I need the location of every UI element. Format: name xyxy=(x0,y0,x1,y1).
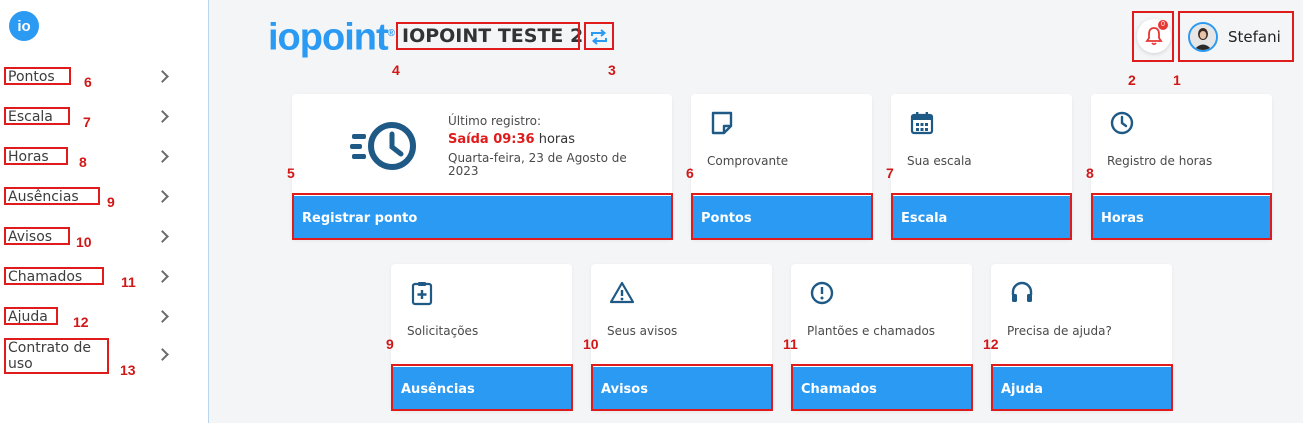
annotation-box xyxy=(691,193,873,240)
note-icon xyxy=(711,111,733,135)
clipboard-plus-icon xyxy=(411,282,433,306)
last-record-time: Saída 09:36 xyxy=(448,132,535,147)
chevron-right-icon xyxy=(156,190,169,203)
annotation-box xyxy=(4,187,100,205)
card-description: Precisa de ajuda? xyxy=(1007,324,1112,338)
card-description: Seus avisos xyxy=(607,324,678,338)
annotation-box xyxy=(292,193,673,240)
annotation-number: 2 xyxy=(1128,72,1136,88)
annotation-box xyxy=(591,364,773,411)
annotation-number: 11 xyxy=(121,274,136,290)
annotation-number: 11 xyxy=(783,336,798,352)
annotation-number: 10 xyxy=(583,336,599,352)
chevron-right-icon xyxy=(156,348,169,361)
card-description: Sua escala xyxy=(907,154,972,168)
annotation-box xyxy=(4,227,70,245)
alert-circle-icon xyxy=(810,281,834,305)
annotation-number: 12 xyxy=(983,336,999,352)
annotation-number: 12 xyxy=(73,314,89,330)
annotation-number: 9 xyxy=(107,194,115,210)
annotation-box xyxy=(396,22,580,50)
annotation-number: 9 xyxy=(386,336,394,352)
annotation-box xyxy=(4,147,68,165)
annotation-number: 6 xyxy=(84,74,92,90)
annotation-box xyxy=(391,364,573,411)
chevron-right-icon xyxy=(156,110,169,123)
brand-logo: iopoint® xyxy=(268,16,395,59)
annotation-number: 5 xyxy=(287,165,295,181)
annotation-number: 7 xyxy=(886,165,894,181)
sidebar-item-ausencias[interactable]: Ausências 9 xyxy=(0,182,208,216)
sidebar-item-avisos[interactable]: Avisos 10 xyxy=(0,222,208,256)
annotation-number: 3 xyxy=(608,62,616,78)
app-page: io Pontos 6 Escala 7 Horas 8 Ausências 9 xyxy=(0,0,1303,423)
clock-history-icon xyxy=(350,122,416,170)
annotation-number: 1 xyxy=(1173,72,1181,88)
chevron-right-icon xyxy=(156,270,169,283)
annotation-number: 8 xyxy=(1086,165,1094,181)
sidebar-item-horas[interactable]: Horas 8 xyxy=(0,142,208,176)
annotation-box xyxy=(4,67,71,85)
sidebar: io Pontos 6 Escala 7 Horas 8 Ausências 9 xyxy=(0,0,209,423)
headset-icon xyxy=(1011,281,1033,302)
annotation-box xyxy=(791,364,973,411)
calendar-icon xyxy=(910,112,934,135)
last-record-unit: horas xyxy=(534,132,575,147)
app-logo[interactable]: io xyxy=(9,11,39,41)
sidebar-item-chamados[interactable]: Chamados 11 xyxy=(0,262,208,296)
annotation-box xyxy=(584,22,614,50)
annotation-number: 10 xyxy=(76,234,92,250)
sidebar-item-ajuda[interactable]: Ajuda 12 xyxy=(0,302,208,336)
annotation-box xyxy=(4,267,104,285)
warning-icon xyxy=(609,281,635,304)
last-record-label: Último registro: xyxy=(448,114,542,128)
annotation-box xyxy=(991,364,1173,411)
card-description: Plantões e chamados xyxy=(807,324,936,338)
clock-icon xyxy=(1110,111,1134,135)
annotation-box xyxy=(4,338,109,374)
annotation-box xyxy=(4,107,70,125)
annotation-number: 13 xyxy=(120,362,136,378)
last-record-date: Quarta-feira, 23 de Agosto de 2023 xyxy=(448,151,627,178)
annotation-number: 7 xyxy=(83,114,91,130)
card-description: Registro de horas xyxy=(1107,154,1213,168)
chevron-right-icon xyxy=(156,230,169,243)
sidebar-item-pontos[interactable]: Pontos 6 xyxy=(0,62,208,96)
sidebar-item-contrato[interactable]: Contrato de uso 13 xyxy=(0,336,208,378)
annotation-box xyxy=(4,307,58,325)
chevron-right-icon xyxy=(156,150,169,163)
annotation-box xyxy=(891,193,1072,240)
card-description: Solicitações xyxy=(407,324,479,338)
sidebar-item-escala[interactable]: Escala 7 xyxy=(0,102,208,136)
annotation-box xyxy=(1091,193,1272,240)
annotation-box xyxy=(1132,11,1174,62)
annotation-number: 6 xyxy=(686,165,694,181)
annotation-number: 4 xyxy=(392,62,400,78)
last-record-value: Saída 09:36 horas xyxy=(448,132,575,147)
annotation-box xyxy=(1178,11,1294,62)
chevron-right-icon xyxy=(156,310,169,323)
card-description: Comprovante xyxy=(707,154,789,168)
annotation-number: 8 xyxy=(79,154,87,170)
chevron-right-icon xyxy=(156,70,169,83)
